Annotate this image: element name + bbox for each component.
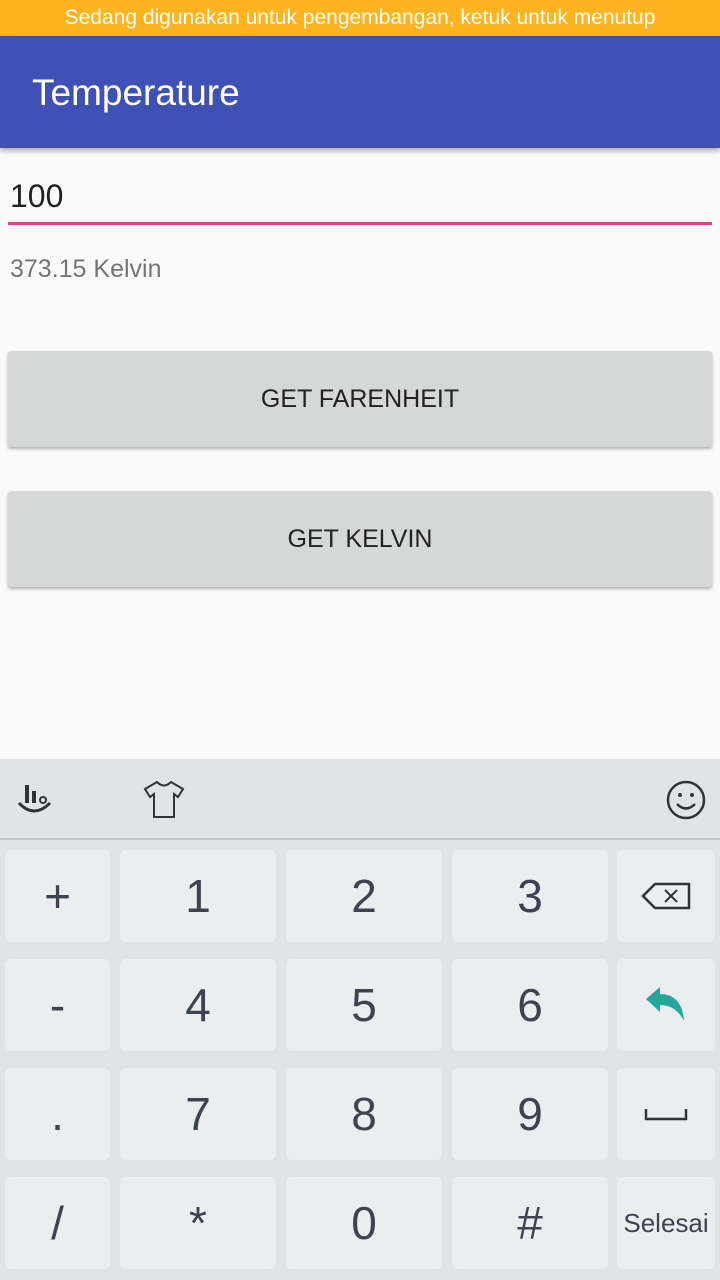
key[interactable]: 9 <box>452 1068 608 1160</box>
key[interactable]: 2 <box>286 850 442 942</box>
key[interactable]: + <box>5 850 110 942</box>
space-key[interactable] <box>617 1068 715 1160</box>
keyboard: +1 2 3 -4 5 6. 7 8 9 /* 0 # Selesai <box>0 759 720 1280</box>
result-text: 373.15 Kelvin <box>10 255 162 283</box>
key[interactable]: 1 <box>120 850 276 942</box>
emoji-icon[interactable] <box>665 779 707 821</box>
key[interactable]: Selesai <box>617 1177 715 1269</box>
key[interactable]: 8 <box>286 1068 442 1160</box>
enter-icon <box>646 987 684 1021</box>
keyboard-toolbar <box>0 759 720 840</box>
key[interactable]: 6 <box>452 959 608 1051</box>
key[interactable]: 5 <box>286 959 442 1051</box>
get-kelvin-button[interactable]: GET KELVIN <box>8 491 712 587</box>
temperature-input[interactable] <box>8 170 712 225</box>
key[interactable]: * <box>120 1177 276 1269</box>
key[interactable]: # <box>452 1177 608 1269</box>
key[interactable]: / <box>5 1177 110 1269</box>
backspace-key[interactable] <box>617 850 715 942</box>
key[interactable]: 7 <box>120 1068 276 1160</box>
key[interactable]: 3 <box>452 850 608 942</box>
touchpal-logo-icon[interactable] <box>16 779 56 819</box>
backspace-icon <box>641 882 691 910</box>
key[interactable]: 0 <box>286 1177 442 1269</box>
app-title: Temperature <box>32 72 240 113</box>
theme-shirt-icon[interactable] <box>142 779 186 819</box>
key[interactable]: . <box>5 1068 110 1160</box>
app-bar: Temperature <box>0 36 720 148</box>
enter-key[interactable] <box>617 959 715 1051</box>
space-icon <box>644 1109 688 1121</box>
key[interactable]: 4 <box>120 959 276 1051</box>
get-farenheit-button[interactable]: GET FARENHEIT <box>8 351 712 447</box>
dev-banner[interactable]: Sedang digunakan untuk pengembangan, ket… <box>0 0 720 36</box>
key[interactable]: - <box>5 959 110 1051</box>
